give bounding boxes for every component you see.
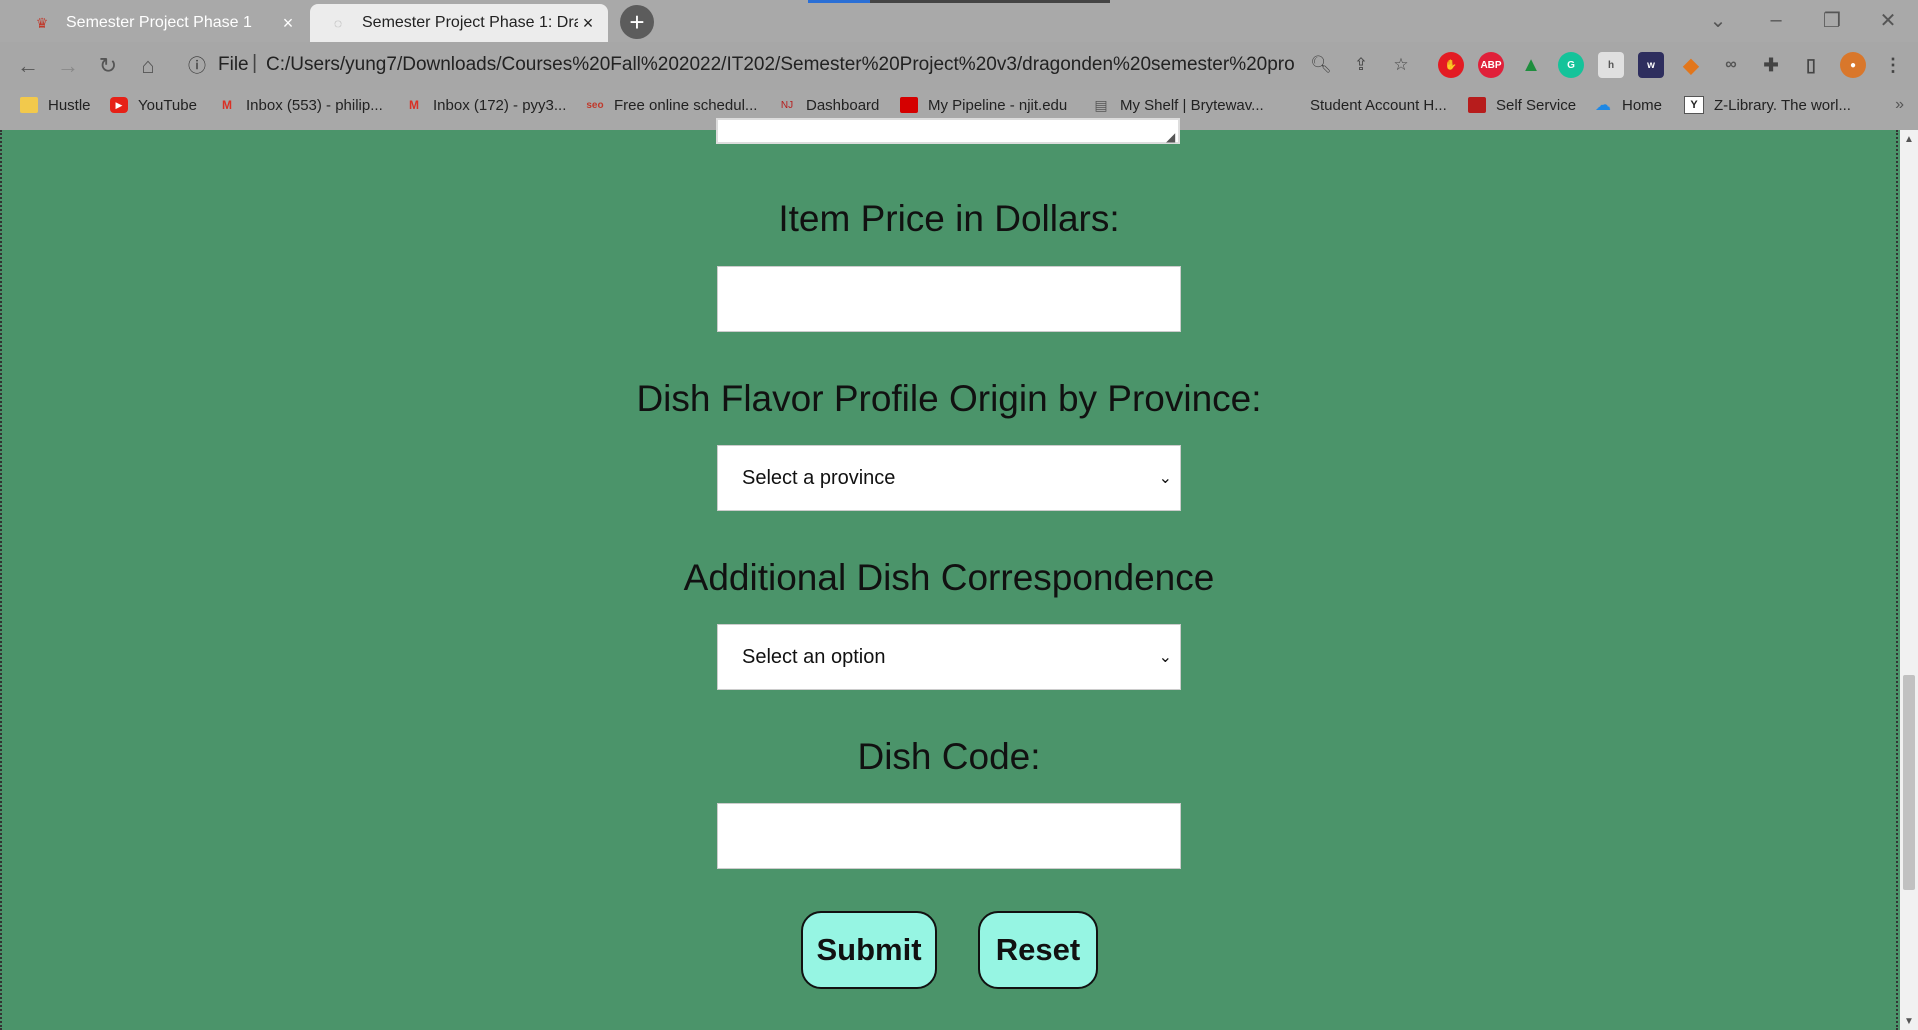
metamask-fox-icon[interactable]: ◆	[1678, 52, 1704, 78]
adblock-icon[interactable]: ✋	[1438, 52, 1464, 78]
bookmark-label: Home	[1622, 96, 1663, 114]
correspondence-selected-value: Select an option	[742, 645, 886, 668]
tab-title: Semester Project Phase 1	[66, 14, 252, 31]
grammarly-icon[interactable]: G	[1558, 52, 1584, 78]
bookmark-label: Student Account H...	[1310, 96, 1447, 114]
info-icon[interactable]: ⓘ	[186, 54, 208, 76]
tab-search-chevron-icon[interactable]: ⌄	[1692, 0, 1744, 40]
dish-code-input[interactable]	[717, 803, 1181, 869]
bookmark-my-shelf[interactable]: ▤ My Shelf | Brytewav...	[1092, 90, 1264, 120]
more-menu-icon[interactable]: ⋮	[1880, 52, 1906, 78]
bookmark-label: Dashboard	[806, 96, 880, 114]
extensions-puzzle-icon[interactable]: ✚	[1758, 52, 1784, 78]
njit-icon: NJ	[780, 99, 794, 111]
bookmark-youtube[interactable]: ▶ YouTube	[110, 90, 197, 120]
zoom-icon[interactable]: 🔍︎	[1308, 52, 1334, 78]
back-arrow-icon[interactable]: ←	[12, 50, 44, 82]
extension-w-icon[interactable]: w	[1638, 52, 1664, 78]
bookmark-my-pipeline[interactable]: My Pipeline - njit.edu	[900, 90, 1067, 120]
adblock-plus-icon[interactable]: ABP	[1478, 52, 1504, 78]
bookmark-dashboard[interactable]: NJ Dashboard	[778, 90, 880, 120]
price-label: Item Price in Dollars:	[778, 198, 1120, 239]
forward-arrow-icon[interactable]: →	[52, 50, 84, 82]
bookmark-label: Free online schedul...	[614, 96, 758, 114]
tab-semester-project-phase-1-dragon[interactable]: ◌ Semester Project Phase 1: Drago ×	[310, 4, 608, 42]
chevron-down-icon: ⌄	[1158, 649, 1172, 666]
bookmark-student-account[interactable]: Student Account H...	[1282, 90, 1447, 120]
tab-strip: ♛ Semester Project Phase 1 × ◌ Semester …	[0, 0, 1918, 42]
scroll-down-arrow-icon[interactable]: ▼	[1900, 1012, 1918, 1030]
njit-favicon-icon: ♛	[35, 14, 49, 31]
vertical-scrollbar[interactable]	[1900, 130, 1918, 1030]
document-icon: ▤	[1094, 96, 1108, 113]
correspondence-label: Additional Dish Correspondence	[683, 557, 1215, 598]
address-scheme-label: File	[218, 54, 249, 75]
scrollbar-thumb[interactable]	[1903, 675, 1915, 890]
tab-title: Semester Project Phase 1: Drago	[362, 14, 578, 31]
minimize-icon[interactable]: –	[1750, 0, 1802, 40]
youtube-icon: ▶	[110, 97, 128, 113]
bookmark-label: YouTube	[138, 96, 197, 114]
address-bar-url[interactable]: C:/Users/yung7/Downloads/Courses%20Fall%…	[266, 54, 1294, 76]
njit-icon	[1468, 97, 1486, 113]
zlibrary-icon: Y	[1684, 96, 1704, 114]
page-favicon-icon: ◌	[333, 15, 343, 31]
bookmark-label: Hustle	[48, 96, 91, 114]
bookmark-hustle[interactable]: Hustle	[20, 90, 91, 120]
bookmark-z-library[interactable]: Y Z-Library. The worl...	[1684, 90, 1851, 120]
browser-toolbar: ← → ↻ ⌂ ⓘ File | C:/Users/yung7/Download…	[0, 42, 1918, 90]
bookmark-label: Self Service	[1496, 96, 1577, 114]
side-panel-icon[interactable]: ▯	[1798, 52, 1824, 78]
bookmark-star-icon[interactable]: ☆	[1388, 52, 1414, 78]
tab-loading-indicator	[808, 0, 870, 3]
bookmark-label: My Shelf | Brytewav...	[1120, 96, 1264, 114]
reset-button[interactable]: Reset	[978, 911, 1098, 989]
bookmark-inbox-553[interactable]: M Inbox (553) - philip...	[218, 90, 383, 120]
bookmark-label: My Pipeline - njit.edu	[928, 96, 1068, 114]
province-selected-value: Select a province	[742, 466, 896, 489]
bookmark-label: Inbox (553) - philip...	[246, 96, 383, 114]
reload-icon[interactable]: ↻	[92, 50, 124, 82]
page-border-left	[0, 130, 2, 1030]
blank-icon	[1282, 97, 1300, 113]
gmail-icon: M	[222, 98, 232, 112]
bookmark-label: Z-Library. The worl...	[1714, 96, 1851, 114]
submit-button[interactable]: Submit	[801, 911, 937, 989]
description-textarea[interactable]	[716, 118, 1180, 144]
restore-icon[interactable]: ❐	[1806, 0, 1858, 40]
bookmark-free-online-scheduler[interactable]: seo Free online schedul...	[586, 90, 757, 120]
pipeline-icon	[900, 97, 918, 113]
cloud-icon: ☁	[1595, 97, 1611, 114]
correspondence-select[interactable]: Select an option ⌄	[717, 624, 1181, 690]
tab-loading-track	[870, 0, 1110, 3]
resize-handle-icon[interactable]: ◢	[1166, 130, 1175, 144]
profile-avatar[interactable]: ●	[1840, 52, 1866, 78]
chevron-down-icon: ⌄	[1158, 470, 1172, 487]
bookmark-home[interactable]: ☁ Home	[1594, 90, 1662, 120]
new-tab-plus-icon[interactable]: +	[620, 5, 654, 39]
bookmark-self-service[interactable]: Self Service	[1468, 90, 1576, 120]
extension-h-icon[interactable]: h	[1598, 52, 1624, 78]
price-input[interactable]	[717, 266, 1181, 332]
window-close-icon[interactable]: ✕	[1862, 0, 1914, 40]
scroll-up-arrow-icon[interactable]: ▲	[1900, 130, 1918, 148]
dish-code-label: Dish Code:	[857, 736, 1041, 777]
bookmarks-overflow-icon[interactable]: »	[1895, 96, 1904, 114]
folder-icon	[20, 97, 38, 113]
google-drive-icon[interactable]: ▲	[1518, 52, 1544, 78]
bookmark-inbox-172[interactable]: M Inbox (172) - pyy3...	[405, 90, 566, 120]
province-select[interactable]: Select a province ⌄	[717, 445, 1181, 511]
tab-semester-project-phase-1[interactable]: ♛ Semester Project Phase 1 ×	[14, 4, 308, 42]
glasses-extension-icon[interactable]: ∞	[1718, 52, 1744, 78]
bookmark-label: Inbox (172) - pyy3...	[433, 96, 567, 114]
page-border-right	[1896, 130, 1898, 1030]
close-icon[interactable]: ×	[278, 13, 298, 33]
scheduler-icon: seo	[586, 99, 604, 111]
close-icon[interactable]: ×	[578, 13, 598, 33]
gmail-icon: M	[409, 98, 419, 112]
share-icon[interactable]: ⇪	[1348, 52, 1374, 78]
address-separator: |	[252, 52, 258, 74]
home-icon[interactable]: ⌂	[132, 50, 164, 82]
province-label: Dish Flavor Profile Origin by Province:	[636, 378, 1262, 419]
